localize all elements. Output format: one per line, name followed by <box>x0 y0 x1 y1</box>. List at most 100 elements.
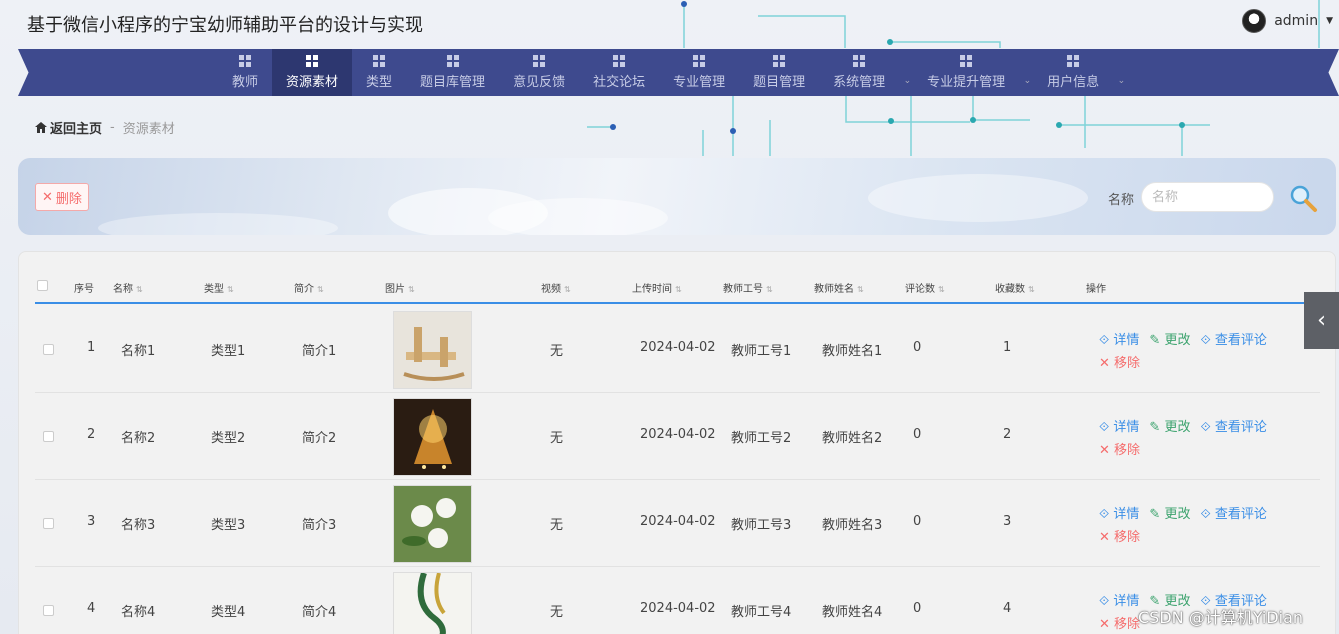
cell-upload-time: 2024-04-02 <box>640 514 716 529</box>
view-comments-button[interactable]: ⟐ 查看评论 <box>1200 420 1266 435</box>
breadcrumb-home-label: 返回主页 <box>50 122 103 137</box>
cell-intro: 简介3 <box>302 518 337 533</box>
nav-item-10[interactable]: 用户信息 ⌄ <box>1033 49 1127 96</box>
view-comments-button[interactable]: ⟐ 查看评论 <box>1200 507 1266 522</box>
nav-item-label: 题目库管理 <box>420 75 486 90</box>
remove-button[interactable]: ✕ 移除 <box>1099 617 1140 632</box>
header-teacher-no[interactable]: 教师工号 ⇅ <box>723 280 773 295</box>
cell-index: 1 <box>87 340 96 355</box>
row-checkbox[interactable] <box>43 605 54 616</box>
detail-button[interactable]: ⟐ 详情 <box>1099 594 1139 609</box>
collapse-panel-button[interactable]: ‹ <box>1304 292 1339 349</box>
edit-button[interactable]: ✎ 更改 <box>1149 507 1190 522</box>
resource-image[interactable] <box>393 572 472 634</box>
header-upload-time[interactable]: 上传时间 ⇅ <box>632 280 682 295</box>
cell-index: 4 <box>87 601 96 616</box>
nav-item-label: 社交论坛 <box>593 75 646 90</box>
delete-button[interactable]: ✕ 删除 <box>35 183 89 211</box>
nav-item-5[interactable]: 社交论坛 <box>579 49 659 96</box>
breadcrumb-home[interactable]: 返回主页 <box>35 118 102 137</box>
row-checkbox[interactable] <box>43 518 54 529</box>
view-icon: ⟐ <box>1200 333 1215 348</box>
header-intro[interactable]: 简介 ⇅ <box>294 280 324 295</box>
remove-button[interactable]: ✕ 移除 <box>1099 356 1140 371</box>
row-actions: ⟐ 详情 ✎ 更改 ⟐ 查看评论 ✕ 移除 <box>1099 503 1289 549</box>
table-header: 序号 名称 ⇅ 类型 ⇅ 简介 ⇅ 图片 ⇅ 视频 ⇅ 上传时间 ⇅ 教师工号 ⇅ 教师姓名 ⇅… <box>35 272 1320 304</box>
edit-button[interactable]: ✎ 更改 <box>1149 420 1190 435</box>
nav-item-9[interactable]: 专业提升管理 ⌄ <box>913 49 1033 96</box>
detail-button[interactable]: ⟐ 详情 <box>1099 507 1139 522</box>
nav-item-label: 教师 <box>232 75 259 90</box>
nav-item-label: 资源素材 <box>286 75 339 90</box>
cell-type: 类型1 <box>211 344 246 359</box>
delete-button-label: 删除 <box>55 191 82 207</box>
cell-video: 无 <box>550 431 564 446</box>
home-icon <box>35 122 47 133</box>
view-comments-button[interactable]: ⟐ 查看评论 <box>1200 333 1266 348</box>
detail-button[interactable]: ⟐ 详情 <box>1099 333 1139 348</box>
header-video[interactable]: 视频 ⇅ <box>541 280 571 295</box>
cell-favorites: 4 <box>1003 601 1012 616</box>
edit-button[interactable]: ✎ 更改 <box>1149 333 1190 348</box>
header-image[interactable]: 图片 ⇅ <box>385 280 415 295</box>
row-actions: ⟐ 详情 ✎ 更改 ⟐ 查看评论 ✕ 移除 <box>1099 329 1289 375</box>
cell-video: 无 <box>550 344 564 359</box>
nav-item-6[interactable]: 专业管理 <box>659 49 739 96</box>
cell-intro: 简介1 <box>302 344 337 359</box>
grid-icon <box>239 55 251 67</box>
cell-upload-time: 2024-04-02 <box>640 340 716 355</box>
nav-item-8[interactable]: 系统管理 ⌄ <box>819 49 913 96</box>
cell-name: 名称2 <box>121 431 156 446</box>
edit-icon: ✎ <box>1149 333 1165 348</box>
cell-name: 名称1 <box>121 344 156 359</box>
cell-name: 名称3 <box>121 518 156 533</box>
header-name[interactable]: 名称 ⇅ <box>113 280 143 295</box>
user-menu[interactable]: admin ▼ <box>1242 9 1333 33</box>
row-checkbox[interactable] <box>43 431 54 442</box>
search-icon[interactable] <box>1288 183 1318 213</box>
search-input[interactable] <box>1141 182 1274 212</box>
cell-type: 类型3 <box>211 518 246 533</box>
table-row: 4 名称4 类型4 简介4 无 2024-04-02 教师工号4 教师姓名4 0 4 ⟐ 详情 ✎ 更… <box>35 567 1320 634</box>
nav-item-0[interactable]: 教师 <box>218 49 272 96</box>
cell-teacher-no: 教师工号3 <box>731 518 792 533</box>
resource-image[interactable] <box>393 485 472 563</box>
edit-icon: ✎ <box>1149 507 1165 522</box>
remove-button[interactable]: ✕ 移除 <box>1099 443 1140 458</box>
cell-index: 3 <box>87 514 96 529</box>
header-type[interactable]: 类型 ⇅ <box>204 280 234 295</box>
nav-item-3[interactable]: 题目库管理 <box>406 49 499 96</box>
detail-button[interactable]: ⟐ 详情 <box>1099 420 1139 435</box>
cell-favorites: 2 <box>1003 427 1012 442</box>
resource-image[interactable] <box>393 311 472 389</box>
close-icon: ✕ <box>42 189 53 205</box>
view-icon: ⟐ <box>1099 594 1114 609</box>
nav-item-7[interactable]: 题目管理 <box>739 49 819 96</box>
nav-item-1[interactable]: 资源素材 <box>272 49 353 96</box>
chevron-left-icon: ‹ <box>1317 308 1326 333</box>
cell-favorites: 1 <box>1003 340 1012 355</box>
cell-teacher-name: 教师姓名1 <box>822 344 883 359</box>
breadcrumb: 返回主页 - 资源素材 <box>35 118 175 137</box>
resource-image[interactable] <box>393 398 472 476</box>
main-nav: 教师 资源素材 类型 题目库管理 意见反馈 社交论坛 专业管理 题目管理 系统管理 ⌄ 专业提升管理… <box>18 49 1339 96</box>
close-icon: ✕ <box>1099 443 1115 458</box>
header-favorites[interactable]: 收藏数 ⇅ <box>995 280 1035 295</box>
nav-item-label: 系统管理 <box>833 75 886 90</box>
nav-item-2[interactable]: 类型 <box>352 49 406 96</box>
select-all-checkbox[interactable] <box>37 280 48 291</box>
cell-intro: 简介4 <box>302 605 337 620</box>
nav-item-4[interactable]: 意见反馈 <box>499 49 579 96</box>
cell-teacher-no: 教师工号1 <box>731 344 792 359</box>
grid-icon <box>533 55 546 67</box>
grid-icon <box>693 55 706 67</box>
breadcrumb-current: 资源素材 <box>122 122 175 137</box>
view-icon: ⟐ <box>1099 420 1114 435</box>
header-comments[interactable]: 评论数 ⇅ <box>905 280 945 295</box>
remove-button[interactable]: ✕ 移除 <box>1099 530 1140 545</box>
table-row: 3 名称3 类型3 简介3 无 2024-04-02 教师工号3 教师姓名3 0 3 ⟐ 详情 ✎ 更… <box>35 480 1320 567</box>
avatar <box>1242 9 1267 33</box>
header-teacher-name[interactable]: 教师姓名 ⇅ <box>814 280 864 295</box>
row-checkbox[interactable] <box>43 344 54 355</box>
nav-item-label: 意见反馈 <box>513 75 566 90</box>
